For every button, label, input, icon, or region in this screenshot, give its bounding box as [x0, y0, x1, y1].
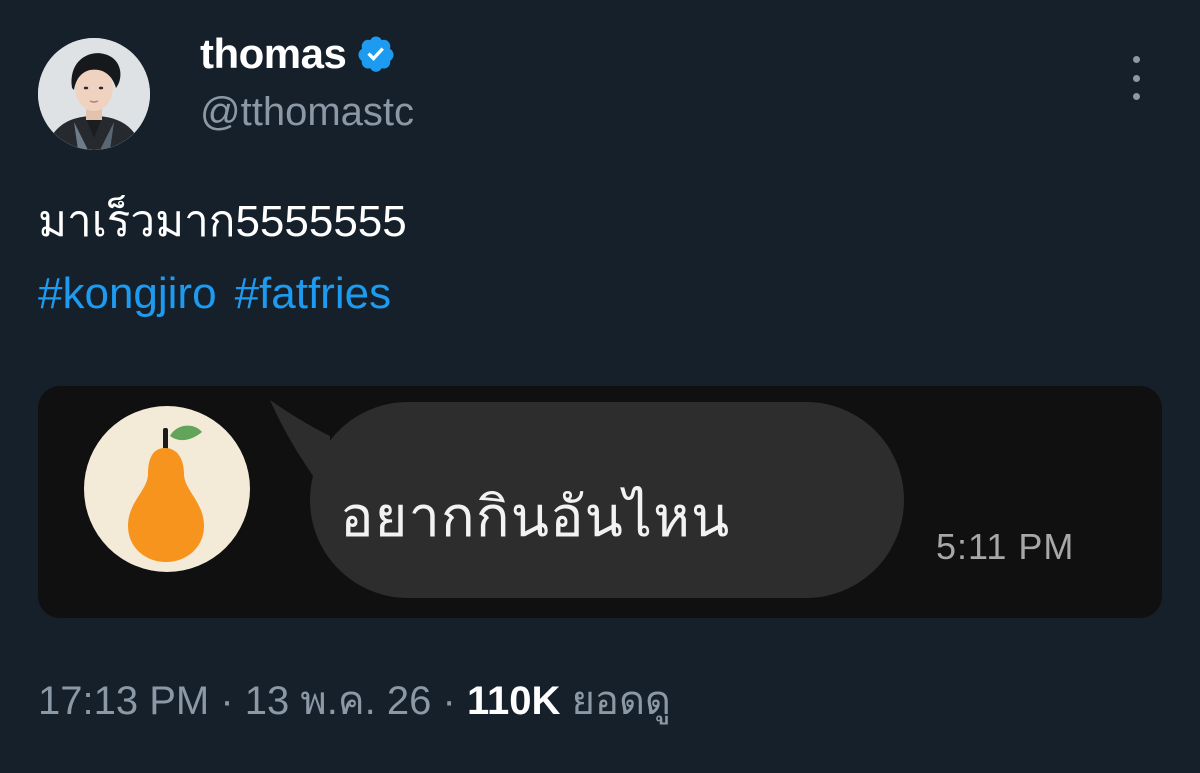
author-display-name[interactable]: thomas	[200, 30, 347, 78]
chat-timestamp: 5:11 PM	[936, 526, 1075, 567]
chat-message-text: อยากกินอันไหน	[340, 485, 731, 548]
author-name-row[interactable]: thomas	[200, 30, 396, 78]
meta-separator: ·	[220, 679, 234, 723]
chat-avatar	[84, 406, 250, 572]
hashtag-link-kongjiro[interactable]: #kongjiro	[38, 268, 217, 320]
meta-separator: ·	[442, 679, 456, 723]
tweet-meta: 17:13 PM · 13 พ.ค. 26 · 110K ยอดดู	[38, 668, 671, 732]
tweet-date[interactable]: 13 พ.ค. 26	[245, 679, 432, 723]
author-avatar[interactable]	[38, 38, 150, 150]
views-count[interactable]: 110K	[467, 679, 560, 723]
tweet-card: thomas @tthomastc มาเร็วมาก5555555 #kong…	[0, 0, 1200, 773]
tweet-time[interactable]: 17:13 PM	[38, 679, 209, 723]
more-options-icon[interactable]	[1120, 56, 1152, 100]
hashtag-link-fatfries[interactable]: #fatfries	[235, 268, 392, 320]
views-label: ยอดดู	[571, 679, 671, 723]
tweet-text: มาเร็วมาก5555555	[38, 197, 407, 246]
more-dot	[1132, 74, 1140, 82]
more-dot	[1132, 93, 1140, 100]
hashtag-row: #kongjiro #fatfries	[38, 268, 391, 320]
avatar-portrait-image	[38, 38, 150, 150]
chat-bubble: อยากกินอันไหน	[270, 400, 920, 600]
tweet-media-image[interactable]: อยากกินอันไหน 5:11 PM	[38, 386, 1162, 618]
author-handle[interactable]: @tthomastc	[200, 90, 414, 135]
verified-badge-icon[interactable]	[356, 34, 396, 74]
more-dot	[1132, 56, 1140, 63]
pear-icon	[128, 425, 204, 562]
